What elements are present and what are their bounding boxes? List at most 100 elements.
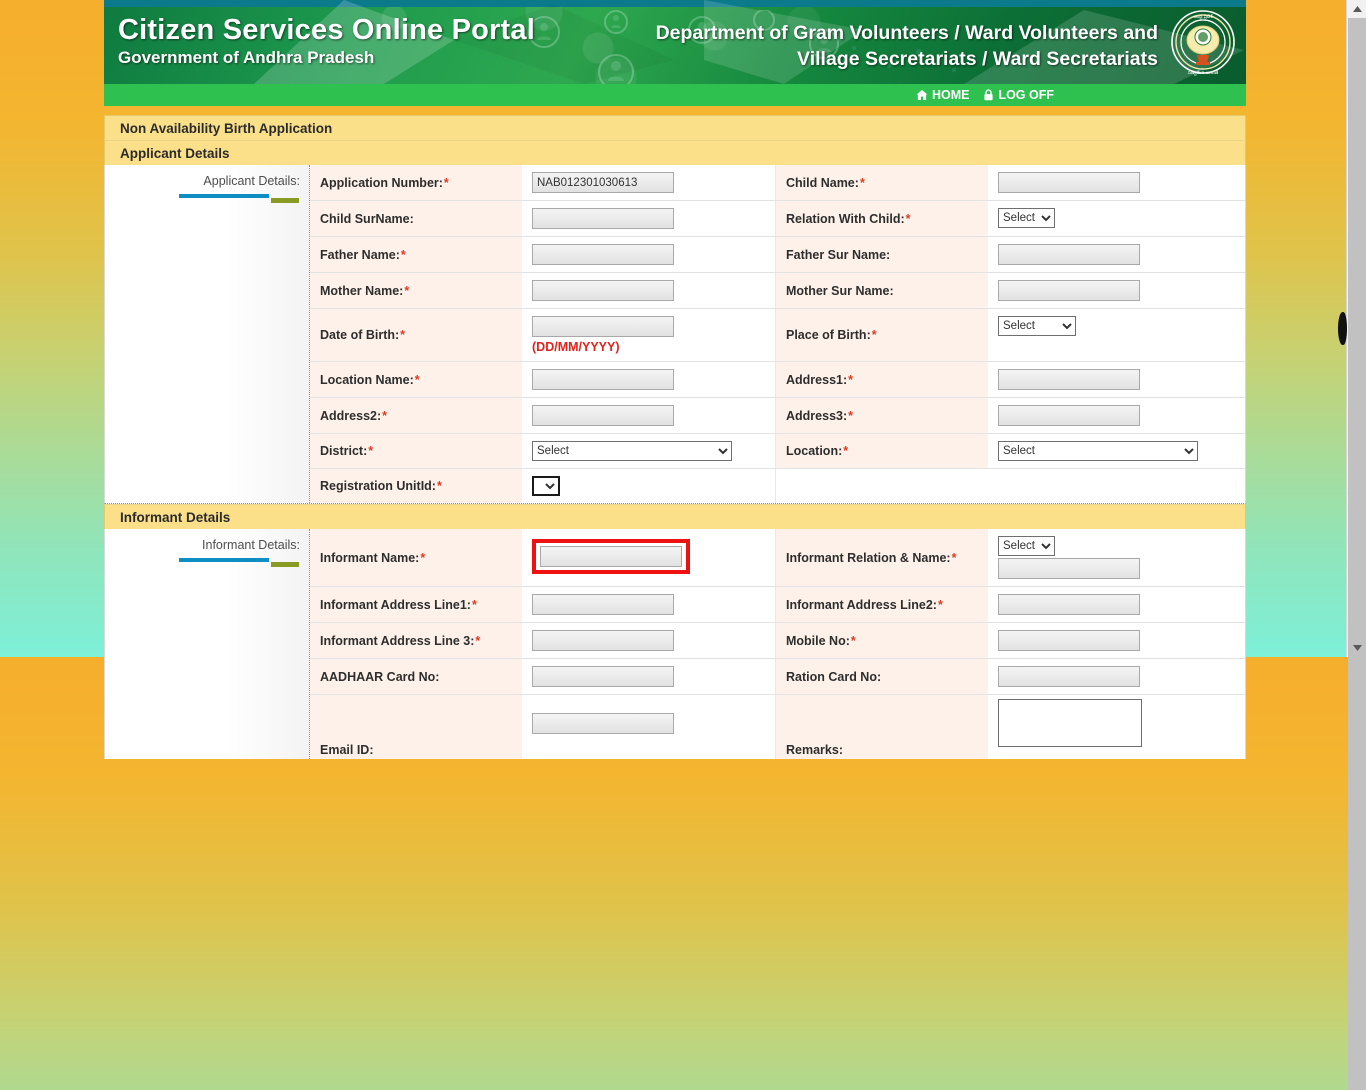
label-text: Relation With Child: bbox=[786, 211, 905, 226]
required-marker: * bbox=[400, 247, 406, 262]
field-label-empty bbox=[776, 469, 988, 503]
informant-address-line2-input[interactable] bbox=[998, 594, 1140, 615]
label-text: Registration UnitId: bbox=[320, 479, 436, 493]
informant-address-line1-input[interactable] bbox=[532, 594, 674, 615]
label-text: Ration Card No: bbox=[786, 669, 882, 684]
side-accent-bar-olive bbox=[271, 562, 299, 567]
field-control bbox=[522, 623, 775, 658]
required-marker: * bbox=[400, 328, 406, 342]
field-control bbox=[988, 695, 1245, 759]
label-text: Child Name: bbox=[786, 175, 859, 190]
nav-home-link[interactable]: HOME bbox=[916, 88, 970, 102]
form-cell: Location Name: * bbox=[310, 362, 776, 397]
field-control bbox=[988, 273, 1245, 308]
mother-name-input[interactable] bbox=[532, 280, 674, 301]
dob-format-hint: (DD/MM/YYYY) bbox=[532, 340, 620, 354]
site-header-banner: Citizen Services Online Portal Governmen… bbox=[104, 0, 1246, 84]
label-text: Child SurName: bbox=[320, 211, 414, 226]
scroll-down-arrow[interactable] bbox=[1347, 639, 1366, 657]
informant-relation-select[interactable]: Select bbox=[998, 536, 1055, 556]
field-control-empty bbox=[988, 469, 1245, 501]
aadhaar-card-no-input[interactable] bbox=[532, 666, 674, 687]
nav-logoff-link[interactable]: LOG OFF bbox=[983, 88, 1054, 102]
form-cell: Registration UnitId: * bbox=[310, 469, 776, 503]
form-row: Child SurName: Relation With Child: * Sel… bbox=[310, 201, 1245, 237]
address1-input[interactable] bbox=[998, 369, 1140, 390]
father-surname-input[interactable] bbox=[998, 244, 1140, 265]
required-marker: * bbox=[382, 408, 388, 423]
ration-card-no-input[interactable] bbox=[998, 666, 1140, 687]
page-scrollbar[interactable] bbox=[1346, 0, 1366, 1090]
form-row: Email ID: Remarks: bbox=[310, 695, 1245, 759]
district-select[interactable]: Select bbox=[532, 441, 732, 461]
required-marker: * bbox=[404, 283, 410, 298]
nav-links: HOME LOG OFF bbox=[916, 84, 1054, 106]
email-id-input[interactable] bbox=[532, 713, 674, 734]
place-of-birth-select[interactable]: Select bbox=[998, 316, 1076, 336]
field-control: Select bbox=[988, 201, 1245, 235]
field-control: Select bbox=[988, 434, 1245, 468]
applicant-section-title: Applicant Details bbox=[104, 140, 1246, 165]
applicant-side-label: Applicant Details: bbox=[105, 165, 310, 503]
label-text: District: bbox=[320, 444, 368, 458]
scroll-up-arrow[interactable] bbox=[1347, 0, 1366, 18]
form-cell: Child SurName: bbox=[310, 201, 776, 236]
form-cell: Ration Card No: bbox=[776, 659, 1245, 694]
location-name-input[interactable] bbox=[532, 369, 674, 390]
label-text: Mobile No: bbox=[786, 633, 850, 648]
label-text: Father Sur Name: bbox=[786, 247, 891, 262]
mobile-no-input[interactable] bbox=[998, 630, 1140, 651]
field-control bbox=[988, 362, 1245, 397]
label-text: Address1: bbox=[786, 372, 848, 387]
field-label: Child SurName: bbox=[310, 201, 522, 236]
field-control bbox=[522, 165, 775, 200]
applicant-side-label-text: Applicant Details: bbox=[203, 174, 300, 188]
form-cell: Mobile No: * bbox=[776, 623, 1245, 658]
form-cell: Father Sur Name: bbox=[776, 237, 1245, 272]
field-label: Ration Card No: bbox=[776, 659, 988, 694]
form-cell: Informant Address Line 3: * bbox=[310, 623, 776, 658]
informant-address-line3-input[interactable] bbox=[532, 630, 674, 651]
field-label: Registration UnitId: * bbox=[310, 469, 522, 503]
label-text: Date of Birth: bbox=[320, 328, 400, 342]
field-control bbox=[522, 695, 775, 741]
main-navbar: HOME LOG OFF bbox=[104, 84, 1246, 106]
father-name-input[interactable] bbox=[532, 244, 674, 265]
mother-surname-input[interactable] bbox=[998, 280, 1140, 301]
application-number-input[interactable] bbox=[532, 172, 674, 193]
label-text: Location: bbox=[786, 444, 843, 458]
field-label: Mobile No: * bbox=[776, 623, 988, 658]
field-label: Informant Name: * bbox=[310, 529, 522, 586]
informant-relation-name-input[interactable] bbox=[998, 558, 1140, 579]
label-text: Informant Address Line2: bbox=[786, 597, 937, 612]
field-label: Child Name: * bbox=[776, 165, 988, 200]
address2-input[interactable] bbox=[532, 405, 674, 426]
field-label: Date of Birth: * bbox=[310, 309, 522, 361]
field-label: Place of Birth: * bbox=[776, 309, 988, 361]
required-marker: * bbox=[871, 328, 877, 342]
nav-home-label: HOME bbox=[931, 88, 970, 102]
field-label: Remarks: bbox=[776, 695, 988, 759]
child-name-input[interactable] bbox=[998, 172, 1140, 193]
address3-input[interactable] bbox=[998, 405, 1140, 426]
field-control bbox=[522, 201, 775, 236]
field-label: Father Sur Name: bbox=[776, 237, 988, 272]
field-control bbox=[988, 398, 1245, 433]
child-surname-input[interactable] bbox=[532, 208, 674, 229]
field-label: Father Name: * bbox=[310, 237, 522, 272]
form-row: Informant Address Line1: * Informant Addr… bbox=[310, 587, 1245, 623]
relation-with-child-select[interactable]: Select bbox=[998, 208, 1055, 228]
chevron-up-icon bbox=[1352, 6, 1362, 12]
date-of-birth-input[interactable] bbox=[532, 316, 674, 337]
informant-name-highlight bbox=[532, 539, 690, 574]
scrollbar-thumb[interactable] bbox=[1348, 18, 1366, 1090]
registration-unitid-select[interactable] bbox=[532, 476, 560, 496]
brand-block: Citizen Services Online Portal Governmen… bbox=[118, 14, 535, 69]
location-select[interactable]: Select bbox=[998, 441, 1198, 461]
remarks-textarea[interactable] bbox=[998, 699, 1142, 747]
svg-text:ఆంధ్ర ప్రదేశ్: ఆంధ్ర ప్రదేశ్ bbox=[1193, 14, 1213, 20]
form-page-title: Non Availability Birth Application bbox=[104, 115, 1246, 140]
form-cell: Father Name: * bbox=[310, 237, 776, 272]
field-label: Application Number: * bbox=[310, 165, 522, 200]
informant-name-input[interactable] bbox=[540, 546, 682, 567]
